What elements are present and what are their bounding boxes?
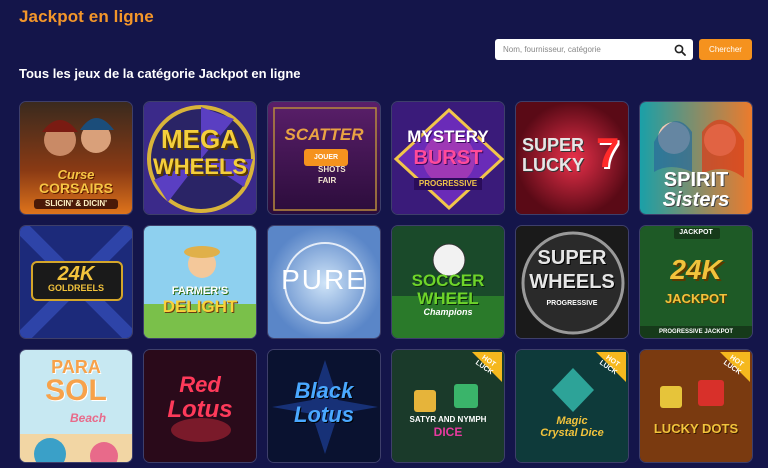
game-subtitle: JACKPOT — [679, 229, 713, 236]
game-title: SOCCER — [411, 271, 485, 290]
game-tile-pure[interactable]: PURE — [267, 225, 381, 339]
game-title: LUCKY DOTS — [653, 421, 739, 436]
play-button[interactable]: JOUER — [304, 149, 348, 166]
game-title: 24K — [57, 263, 95, 285]
game-title-line: 7 — [596, 129, 620, 176]
game-title: PURE — [281, 264, 367, 295]
search-button[interactable]: Chercher — [699, 39, 752, 60]
game-title: FARMER'S — [171, 285, 229, 297]
game-tile-scatter-shots[interactable]: SCATTER SHOTS FAIR JOUER — [267, 101, 381, 215]
game-title: SUPER — [537, 247, 607, 269]
game-title-line: GOLDREELS — [47, 283, 104, 293]
game-tile-lucky-dots[interactable]: LUCKY DOTS HOT LUCK — [639, 349, 753, 463]
games-grid: Curse CORSAIRS SLICIN' & DICIN' MEGA WHE… — [19, 101, 753, 468]
game-title-line: SHOTS — [318, 165, 346, 174]
hot-luck-badge: HOT LUCK — [596, 352, 626, 382]
game-subtitle: PROGRESSIVE JACKPOT — [658, 329, 733, 335]
game-title-line: Crystal Dice — [540, 427, 604, 439]
game-tile-mega-wheels[interactable]: MEGA WHEELS — [143, 101, 257, 215]
game-tile-spirit-sisters[interactable]: SPIRIT Sisters — [639, 101, 753, 215]
game-title: MEGA — [161, 124, 239, 154]
game-tile-24k-gold-reels[interactable]: 24K GOLDREELS — [19, 225, 133, 339]
game-title-line: DICE — [433, 425, 463, 439]
game-title: SCATTER — [284, 125, 364, 144]
game-title-line: CORSAIRS — [39, 180, 113, 196]
hot-luck-badge: HOT LUCK — [472, 352, 502, 382]
game-tile-24k-jackpot[interactable]: JACKPOT 24K JACKPOT PROGRESSIVE JACKPOT — [639, 225, 753, 339]
game-title: Red — [179, 372, 221, 397]
game-title-line: WHEELS — [152, 154, 248, 179]
game-subtitle: Beach — [70, 411, 107, 425]
game-tile-mystery-burst[interactable]: MYSTERY BURST PROGRESSIVE — [391, 101, 505, 215]
search-box[interactable] — [495, 39, 693, 60]
game-title: MYSTERY — [407, 127, 489, 146]
game-subtitle: PROGRESSIVE — [414, 178, 482, 191]
game-title-line: SOL — [45, 374, 107, 407]
game-title-line: WHEEL — [417, 289, 479, 308]
game-title-line: BURST — [413, 147, 483, 169]
game-tile-soccer-wheel[interactable]: SOCCER WHEEL Champions — [391, 225, 505, 339]
game-art — [144, 226, 256, 338]
game-title-line: DELIGHT — [162, 297, 238, 316]
game-title-line: Lotus — [167, 396, 233, 423]
game-tile-curse-corsairs[interactable]: Curse CORSAIRS SLICIN' & DICIN' — [19, 101, 133, 215]
search-input[interactable] — [495, 39, 665, 60]
game-title: 24K — [670, 254, 722, 285]
game-title-line: WHEELS — [529, 271, 615, 293]
game-title: SPIRIT — [663, 169, 729, 191]
search-icon[interactable] — [674, 44, 686, 56]
game-subtitle: PROGRESSIVE — [546, 300, 598, 307]
hot-luck-badge: HOT LUCK — [720, 352, 750, 382]
game-title: Black — [294, 378, 354, 403]
game-tile-super-lucky-7[interactable]: SUPER LUCKY 7 — [515, 101, 629, 215]
game-title-line: Sisters — [662, 189, 730, 211]
game-title: Magic — [556, 415, 588, 427]
page-title: Jackpot en ligne — [19, 7, 154, 26]
game-tile-farmers-delight[interactable]: FARMER'S DELIGHT — [143, 225, 257, 339]
game-tile-satyr-and-nymph[interactable]: SATYR AND NYMPH DICE HOT LUCK — [391, 349, 505, 463]
section-title: Tous les jeux de la catégorie Jackpot en… — [19, 66, 301, 81]
game-tile-black-lotus[interactable]: Black Lotus — [267, 349, 381, 463]
game-tile-red-lotus[interactable]: Red Lotus — [143, 349, 257, 463]
game-tile-magic-crystal-dice[interactable]: Magic Crystal Dice HOT LUCK — [515, 349, 629, 463]
game-title-line: Lotus — [294, 402, 354, 427]
game-subtitle: Champions — [423, 307, 473, 317]
game-tile-parasol-beach[interactable]: PARA SOL Beach — [19, 349, 133, 463]
game-subtitle: SLICIN' & DICIN' — [34, 199, 118, 210]
game-title-line: FAIR — [318, 176, 337, 185]
game-title-line: JACKPOT — [664, 291, 728, 306]
game-tile-super-wheels[interactable]: SUPER WHEELS PROGRESSIVE — [515, 225, 629, 339]
game-title: SATYR AND NYMPH — [409, 415, 487, 424]
